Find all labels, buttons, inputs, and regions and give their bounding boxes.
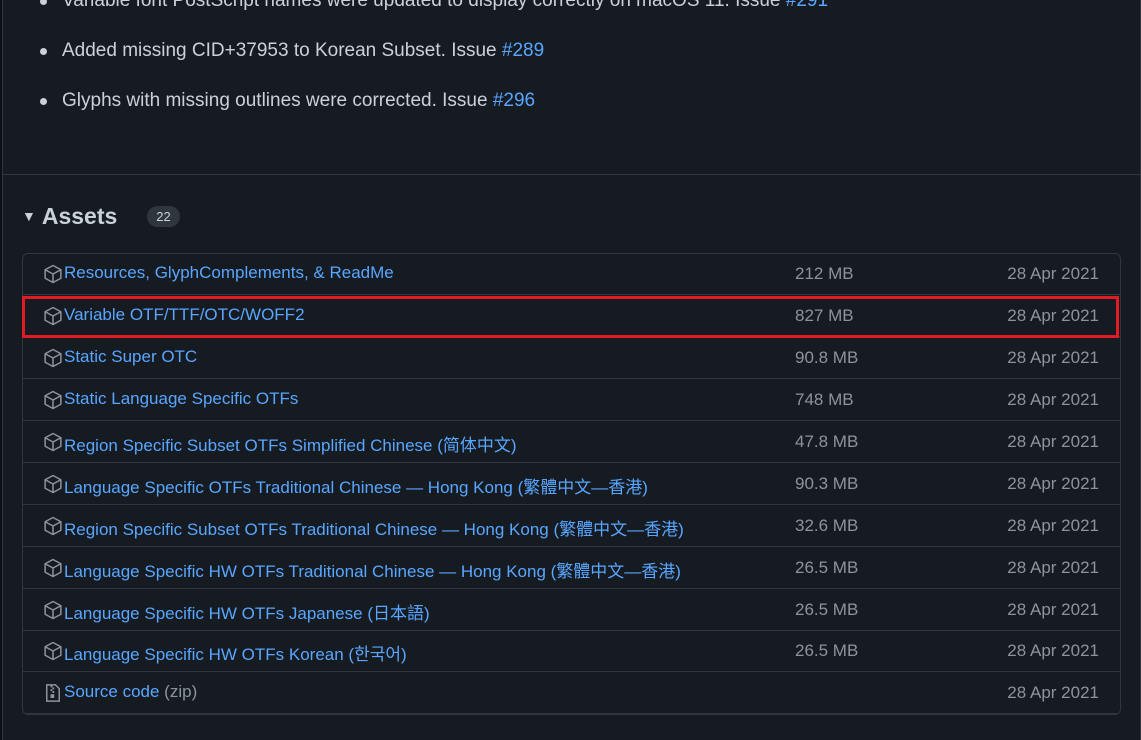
asset-date: 28 Apr 2021 [1007,474,1099,493]
asset-name: Resources, GlyphComplements, & ReadMe [64,263,394,282]
asset-date: 28 Apr 2021 [1007,558,1099,577]
release-note-item: Added missing CID+37953 to Korean Subset… [38,36,828,86]
asset-date: 28 Apr 2021 [1007,683,1099,702]
asset-date: 28 Apr 2021 [1007,348,1099,367]
release-notes-list: Variable font PostScript names were upda… [38,0,828,136]
section-divider [2,174,1141,175]
note-text: Variable font PostScript names were upda… [62,0,786,11]
caret-down-icon: ▼ [22,208,36,224]
asset-row: Static Super OTC 90.8 MB 28 Apr 2021 [23,338,1120,379]
issue-link[interactable]: #291 [786,0,828,11]
asset-name: Region Specific Subset OTFs Simplified C… [64,436,517,455]
package-icon [43,641,63,661]
file-zip-icon [43,683,63,703]
package-icon [43,558,63,578]
package-icon [43,432,63,452]
asset-name: Variable OTF/TTF/OTC/WOFF2 [64,305,305,324]
note-text: Glyphs with missing outlines were correc… [62,90,493,111]
asset-link[interactable]: Variable OTF/TTF/OTC/WOFF2 [64,305,305,325]
asset-row: Variable OTF/TTF/OTC/WOFF2 827 MB 28 Apr 2… [23,296,1120,337]
package-icon [43,390,63,410]
package-icon [43,516,63,536]
asset-name: Language Specific HW OTFs Korean (한국어) [64,645,407,664]
asset-size: 26.5 MB [795,600,859,619]
asset-date: 28 Apr 2021 [1007,641,1099,660]
asset-size: 90.3 MB [795,474,859,493]
asset-link[interactable]: Resources, GlyphComplements, & ReadMe [64,263,394,283]
asset-size: 90.8 MB [795,348,859,367]
asset-date: 28 Apr 2021 [1007,432,1099,451]
asset-size: 212 MB [795,264,854,283]
asset-row: Region Specific Subset OTFs Traditional … [23,506,1120,547]
asset-date: 28 Apr 2021 [1007,306,1099,325]
asset-size: 827 MB [795,306,854,325]
asset-ext: (zip) [159,682,198,701]
asset-name: Static Language Specific OTFs [64,389,299,408]
asset-size: 748 MB [795,390,854,409]
asset-size: 47.8 MB [795,432,859,451]
asset-row: Language Specific HW OTFs Traditional Ch… [23,548,1120,589]
assets-heading: Assets [41,202,118,229]
asset-row: Language Specific OTFs Traditional Chine… [23,464,1120,505]
package-icon [43,348,63,368]
asset-name: Source code [64,682,160,701]
asset-name: Region Specific Subset OTFs Traditional … [64,520,684,539]
asset-link[interactable]: Region Specific Subset OTFs Traditional … [64,515,684,540]
asset-date: 28 Apr 2021 [1007,264,1099,283]
assets-list: Resources, GlyphComplements, & ReadMe 212… [22,253,1121,715]
asset-date: 28 Apr 2021 [1007,600,1099,619]
asset-link[interactable]: Language Specific HW OTFs Japanese (日本語) [64,599,430,624]
issue-link[interactable]: #296 [493,90,535,111]
asset-name: Language Specific HW OTFs Traditional Ch… [64,562,681,581]
asset-size: 32.6 MB [795,516,859,535]
asset-link[interactable]: Language Specific HW OTFs Korean (한국어) [64,640,407,665]
asset-link[interactable]: Region Specific Subset OTFs Simplified C… [64,431,517,456]
assets-summary-toggle[interactable]: ▼ Assets 22 [22,198,180,234]
asset-row: Language Specific HW OTFs Korean (한국어) 26… [23,631,1120,672]
asset-name: Static Super OTC [64,347,198,366]
asset-row: Source code (zip) 28 Apr 2021 [23,673,1120,714]
asset-date: 28 Apr 2021 [1007,516,1099,535]
package-icon [43,474,63,494]
package-icon [43,264,63,284]
asset-row: Language Specific HW OTFs Japanese (日本語)… [23,590,1120,631]
issue-link[interactable]: #289 [502,40,544,61]
asset-name: Language Specific HW OTFs Japanese (日本語) [64,604,430,623]
asset-link[interactable]: Static Super OTC [64,347,197,367]
asset-name: Language Specific OTFs Traditional Chine… [64,478,648,497]
asset-row: Resources, GlyphComplements, & ReadMe 212… [23,254,1120,295]
release-note-item: Variable font PostScript names were upda… [38,0,828,36]
note-text: Added missing CID+37953 to Korean Subset… [62,40,502,61]
asset-link[interactable]: Source code (zip) [64,682,197,702]
asset-size: 26.5 MB [795,641,859,660]
package-icon [43,600,63,620]
asset-link[interactable]: Static Language Specific OTFs [64,389,298,409]
release-note-item: Glyphs with missing outlines were correc… [38,86,828,136]
asset-size: 26.5 MB [795,558,859,577]
asset-link[interactable]: Language Specific HW OTFs Traditional Ch… [64,557,681,582]
package-icon [43,306,63,326]
asset-row: Static Language Specific OTFs 748 MB 28 Ap… [23,380,1120,421]
asset-date: 28 Apr 2021 [1007,390,1099,409]
assets-count-badge: 22 [147,205,180,227]
asset-link[interactable]: Language Specific OTFs Traditional Chine… [64,473,648,498]
asset-row: Region Specific Subset OTFs Simplified C… [23,422,1120,463]
